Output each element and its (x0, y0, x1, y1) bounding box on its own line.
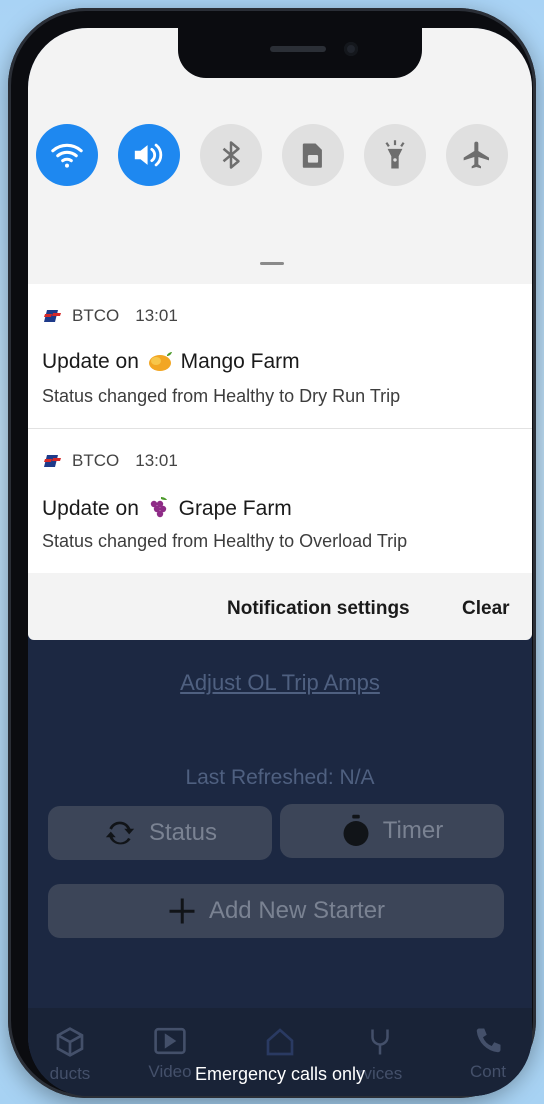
btco-logo-icon (44, 310, 61, 322)
notification-time: 13:01 (135, 451, 178, 470)
cube-icon (56, 1027, 84, 1057)
quick-settings-row (36, 124, 526, 188)
phone-screen: Adjust OL Trip Amps Last Refreshed: N/A … (28, 28, 532, 1096)
notification-mango-farm[interactable]: BTCO 13:01 Update on Mango Farm Status c… (28, 284, 532, 428)
bluetooth-icon (222, 141, 240, 169)
status-button-label: Status (148, 819, 218, 846)
notification-title: Update on Mango Farm (42, 350, 300, 374)
notification-title-suffix: Grape Farm (178, 497, 292, 520)
adjust-ol-trip-link[interactable]: Adjust OL Trip Amps (28, 670, 532, 696)
wrench-icon (371, 1029, 389, 1055)
mango-icon (148, 352, 172, 371)
phone-frame: Adjust OL Trip Amps Last Refreshed: N/A … (8, 8, 536, 1098)
notification-header: BTCO 13:01 (42, 449, 178, 473)
quick-setting-sound[interactable] (118, 124, 180, 186)
front-camera (344, 42, 358, 56)
add-new-starter-label: Add New Starter (208, 897, 386, 924)
grapes-icon (150, 497, 167, 518)
camera-notch (178, 28, 422, 78)
flashlight-icon (385, 140, 405, 169)
shade-drag-handle[interactable] (260, 262, 284, 265)
earpiece-speaker (270, 46, 326, 52)
phone-icon (476, 1028, 501, 1053)
add-new-starter-button[interactable]: Add New Starter (48, 884, 504, 938)
notification-shade: BTCO 13:01 Update on Mango Farm Status c… (28, 28, 532, 640)
notification-title-prefix: Update on (42, 497, 139, 520)
wifi-icon (51, 143, 83, 168)
notification-title-suffix: Mango Farm (180, 350, 300, 373)
quick-setting-bluetooth[interactable] (200, 124, 262, 186)
notification-body: Status changed from Healthy to Dry Run T… (42, 386, 401, 406)
notification-settings-button[interactable]: Notification settings (227, 598, 410, 620)
notification-grape-farm[interactable]: BTCO 13:01 Update on Grape Farm Status c… (28, 429, 532, 573)
status-button[interactable]: Status (48, 806, 272, 860)
refresh-icon (105, 821, 135, 845)
notification-title-prefix: Update on (42, 350, 139, 373)
nav-item-home[interactable] (230, 1008, 330, 1064)
quick-setting-flashlight[interactable] (364, 124, 426, 186)
stopwatch-icon (343, 814, 369, 846)
quick-setting-wifi[interactable] (36, 124, 98, 186)
home-icon (266, 1028, 294, 1056)
quick-setting-airplane[interactable] (446, 124, 508, 186)
notification-body: Status changed from Healthy to Overload … (42, 531, 408, 551)
quick-setting-sim[interactable] (282, 124, 344, 186)
airplane-icon (463, 141, 489, 169)
last-refreshed: Last Refreshed: N/A (28, 766, 532, 790)
last-refreshed-label: Last Refreshed: (185, 766, 334, 789)
notification-app-name: BTCO (72, 451, 120, 470)
volume-icon (134, 143, 163, 167)
shade-actions: Notification settings Clear (28, 576, 532, 638)
plus-icon (169, 898, 195, 924)
notification-time: 13:01 (135, 306, 178, 325)
notification-header: BTCO 13:01 (42, 304, 178, 328)
notification-title: Update on Grape Farm (42, 495, 292, 521)
video-icon (154, 1027, 186, 1055)
sim-card-icon (302, 143, 322, 168)
clear-notifications-button[interactable]: Clear (462, 598, 510, 620)
last-refreshed-value: N/A (339, 766, 375, 789)
timer-button[interactable]: Timer (280, 804, 504, 858)
emergency-calls-text: Emergency calls only (194, 1064, 366, 1084)
btco-logo-icon (44, 455, 61, 467)
timer-button-label: Timer (382, 817, 444, 844)
notification-app-name: BTCO (72, 306, 120, 325)
